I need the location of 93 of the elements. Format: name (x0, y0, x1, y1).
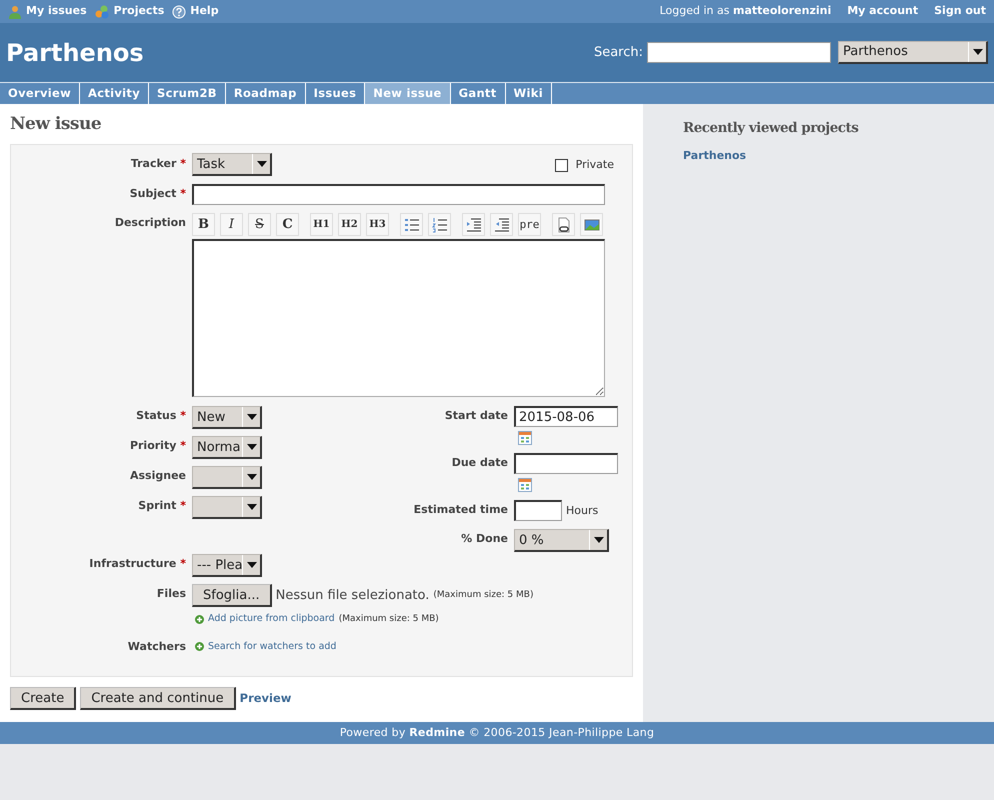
field-label: Estimated time (414, 503, 508, 516)
field-label: Priority (130, 439, 176, 452)
required-mark: * (180, 499, 186, 512)
caret-icon (972, 49, 982, 55)
caret-icon (594, 537, 604, 544)
private-checkbox[interactable] (554, 159, 568, 172)
browse-button[interactable]: Sfoglia... (192, 584, 272, 608)
search-field[interactable] (647, 42, 831, 63)
menu-link[interactable]: Help (190, 3, 219, 20)
caret-icon (246, 414, 256, 420)
image-button[interactable] (580, 213, 603, 236)
projects-icon (94, 4, 110, 18)
field-label: Due date (452, 456, 508, 470)
field-label: % Done (461, 532, 508, 546)
add-icon (195, 615, 204, 624)
format-button[interactable] (490, 213, 513, 236)
infrastructure-select[interactable]: --- Plea (192, 554, 262, 578)
private-label: Private (576, 157, 614, 174)
watchers-link[interactable]: Search for watchers to add (208, 640, 336, 654)
caret-icon (246, 562, 256, 568)
subject-field[interactable] (192, 184, 605, 206)
search-label: Search: (594, 44, 643, 62)
account-link[interactable]: My account (847, 3, 918, 20)
field-label: Assignee (130, 469, 186, 482)
required-mark: * (180, 439, 186, 452)
create-continue-button[interactable]: Create and continue (80, 687, 236, 710)
sidebar-title: Recently viewed projects (683, 120, 860, 136)
required-mark: * (180, 557, 186, 570)
indent-icon (466, 216, 482, 233)
outdent-icon (494, 216, 510, 233)
calendar-icon (518, 478, 532, 492)
footer-text: Powered by Redmine © 2006-2015 Jean-Philippe Lang (0, 722, 994, 744)
select-field[interactable] (192, 496, 262, 520)
field-label: Sprint (138, 499, 176, 512)
help-icon (172, 4, 186, 18)
bullet-list-icon (404, 216, 420, 233)
size-note: (Maximum size: 5 MB) (338, 612, 439, 626)
field-label: Description (114, 216, 186, 230)
format-button[interactable] (462, 213, 485, 236)
size-note: (Maximum size: 5 MB) (433, 589, 534, 602)
select-field[interactable]: Norma (192, 436, 262, 460)
caret-icon (246, 444, 256, 450)
field-label: Infrastructure (89, 557, 176, 570)
format-button[interactable]: C (276, 213, 299, 236)
caret-icon (246, 504, 256, 510)
numbered-list-icon (432, 216, 448, 233)
field-label: Tracker (130, 157, 176, 170)
format-button[interactable]: H1 (310, 213, 333, 236)
image-icon (584, 216, 600, 233)
field-label: Status (136, 409, 176, 422)
format-button[interactable]: B (192, 213, 215, 236)
menu-link[interactable]: My issues (26, 3, 87, 20)
format-button[interactable]: pre (518, 213, 541, 236)
format-button[interactable]: H2 (338, 213, 361, 236)
calendar-icon (518, 431, 532, 446)
project-link[interactable]: Parthenos (683, 148, 954, 165)
caret-icon (256, 161, 266, 168)
unit-label: Hours (566, 502, 598, 519)
format-button[interactable] (428, 213, 451, 236)
create-button[interactable]: Create (10, 687, 76, 710)
add-icon (195, 642, 204, 652)
format-button[interactable] (400, 213, 423, 236)
field-label: Start date (444, 409, 508, 422)
format-button[interactable]: H3 (366, 213, 389, 236)
field-label: Files (156, 587, 186, 600)
done-select[interactable]: 0 % (514, 529, 609, 552)
description-field[interactable] (192, 239, 605, 398)
user-icon (8, 4, 22, 18)
format-button[interactable]: I (220, 213, 243, 236)
account-link[interactable]: Sign out (934, 3, 986, 20)
page-title: New issue (10, 114, 102, 134)
required-mark: * (180, 409, 186, 422)
caret-icon (246, 474, 256, 480)
date-field[interactable] (514, 453, 618, 474)
hours-field[interactable] (514, 500, 562, 522)
menu-link[interactable]: Projects (114, 3, 164, 20)
required-mark: * (180, 157, 186, 170)
select-field[interactable]: New (192, 406, 262, 430)
link-icon (556, 216, 572, 233)
format-button[interactable]: S (248, 213, 271, 236)
format-button[interactable] (552, 213, 575, 236)
clipboard-link[interactable]: Add picture from clipboard (208, 612, 335, 627)
date-field[interactable]: 2015-08-06 (514, 406, 618, 428)
tracker-select[interactable]: Task (192, 153, 272, 176)
field-label: Watchers (128, 640, 186, 653)
file-status: Nessun file selezionato. (276, 587, 430, 606)
field-label: Subject (130, 187, 176, 200)
preview-link[interactable]: Preview (240, 690, 292, 708)
select-field[interactable] (192, 466, 262, 490)
project-select[interactable]: Parthenos (838, 41, 988, 64)
login-text: Logged in as matteolorenzini (660, 3, 832, 20)
site-title: Parthenos (6, 40, 144, 64)
required-mark: * (180, 187, 186, 200)
